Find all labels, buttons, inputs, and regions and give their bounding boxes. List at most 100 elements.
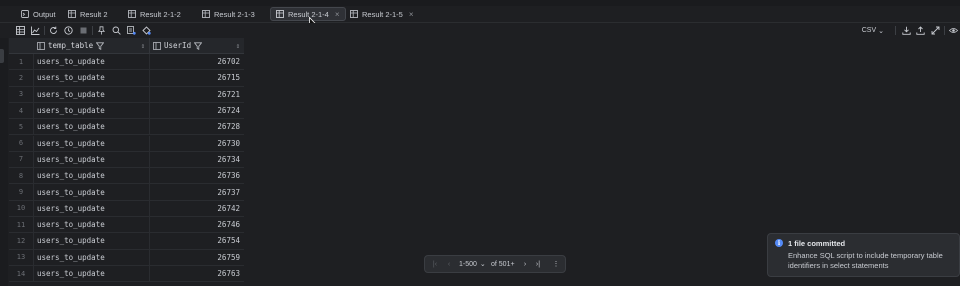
tab-result-2-1-4[interactable]: Result 2-1-4 ×	[270, 7, 346, 21]
cell-temp-table[interactable]: users_to_update	[34, 265, 150, 282]
cell-userid[interactable]: 26737	[150, 184, 243, 199]
total-rows-label: of 501+	[491, 260, 515, 268]
cell-temp-table[interactable]: users_to_update	[34, 102, 150, 119]
upload-icon[interactable]	[916, 26, 925, 35]
chevron-down-icon: ⌄	[878, 27, 884, 35]
column-header-temp-table[interactable]: temp_table ⇕	[37, 38, 150, 53]
more-options-button[interactable]: ⋮	[550, 256, 562, 272]
stop-icon[interactable]	[79, 26, 88, 35]
notification-title: 1 file committed	[788, 239, 846, 248]
last-page-button[interactable]: ›|	[533, 256, 543, 272]
row-number: 11	[9, 217, 34, 233]
search-icon[interactable]	[112, 26, 121, 35]
table-row[interactable]: 14 users_to_update 26763	[9, 265, 244, 283]
export-format-select[interactable]: CSV ⌄	[862, 25, 884, 36]
cell-userid[interactable]: 26759	[150, 250, 243, 265]
tab-result-2-1-3[interactable]: Result 2-1-3	[197, 7, 260, 21]
result-toolbar: CSV ⌄	[0, 23, 960, 38]
row-number: 1	[9, 54, 34, 70]
cell-userid[interactable]: 26728	[150, 119, 243, 134]
column-icon	[153, 41, 161, 50]
cell-userid[interactable]: 26730	[150, 136, 243, 151]
table-row[interactable]: 2 users_to_update 26715	[9, 70, 244, 87]
cell-userid[interactable]: 26746	[150, 217, 243, 232]
row-number: 7	[9, 151, 34, 168]
close-icon[interactable]: ×	[335, 10, 340, 19]
pin-icon[interactable]	[97, 26, 106, 35]
cell-temp-table[interactable]: users_to_update	[34, 168, 150, 184]
filter-icon[interactable]	[96, 41, 105, 50]
gutter-handle[interactable]	[0, 49, 4, 63]
row-number: 4	[9, 102, 34, 119]
cell-temp-table[interactable]: users_to_update	[34, 184, 150, 200]
chevron-down-icon: ⌄	[479, 261, 486, 268]
cell-temp-table[interactable]: users_to_update	[34, 119, 150, 135]
row-number: 5	[9, 119, 34, 135]
row-number: 8	[9, 168, 34, 184]
left-gutter	[0, 38, 8, 286]
transpose-icon[interactable]	[931, 26, 940, 35]
table-row[interactable]: 7 users_to_update 26734	[9, 151, 244, 169]
cell-temp-table[interactable]: users_to_update	[34, 135, 150, 151]
compare-icon[interactable]	[127, 26, 136, 35]
tab-output[interactable]: Output	[16, 7, 61, 21]
close-icon[interactable]: ×	[409, 10, 414, 19]
sort-icon[interactable]: ⇕	[141, 42, 145, 50]
cell-userid[interactable]: 26742	[150, 201, 243, 216]
column-icon	[37, 41, 45, 50]
cell-temp-table[interactable]: users_to_update	[34, 151, 150, 168]
cell-userid[interactable]: 26763	[150, 266, 243, 281]
cell-userid[interactable]: 26736	[150, 168, 243, 183]
table-icon	[68, 10, 76, 18]
filter-edit-icon[interactable]	[142, 26, 151, 35]
column-header-label: UserId	[164, 41, 192, 50]
table-view-icon[interactable]	[16, 26, 25, 35]
cell-userid[interactable]: 26715	[150, 70, 243, 85]
cell-temp-table[interactable]: users_to_update	[34, 54, 150, 70]
column-header-userid[interactable]: UserId ⇕	[153, 38, 244, 53]
prev-page-button[interactable]: ‹	[444, 256, 454, 272]
sort-icon[interactable]: ⇕	[236, 42, 240, 50]
page-range-select[interactable]: 1-500 ⌄	[459, 256, 486, 272]
chart-view-icon[interactable]	[31, 26, 40, 35]
next-page-button[interactable]: ›	[520, 256, 530, 272]
cell-temp-table[interactable]: users_to_update	[34, 200, 150, 216]
table-row[interactable]: 12 users_to_update 26754	[9, 233, 244, 250]
cell-temp-table[interactable]: users_to_update	[34, 249, 150, 265]
cell-userid[interactable]: 26724	[150, 103, 243, 118]
grid-header: temp_table ⇕ UserId ⇕	[9, 38, 244, 54]
table-row[interactable]: 13 users_to_update 26759	[9, 249, 244, 266]
table-row[interactable]: 6 users_to_update 26730	[9, 135, 244, 152]
tab-result-2-1-5[interactable]: Result 2-1-5 ×	[345, 7, 419, 21]
table-row[interactable]: 10 users_to_update 26742	[9, 200, 244, 217]
tab-result-2-1-2[interactable]: Result 2-1-2	[123, 7, 186, 21]
tab-result-2[interactable]: Result 2	[63, 7, 113, 21]
filter-icon[interactable]	[194, 41, 203, 50]
cell-temp-table[interactable]: users_to_update	[34, 233, 150, 249]
cell-userid[interactable]: 26734	[150, 152, 243, 167]
download-icon[interactable]	[902, 26, 911, 35]
refresh-icon[interactable]	[49, 26, 58, 35]
table-row[interactable]: 9 users_to_update 26737	[9, 184, 244, 201]
commit-notification[interactable]: i 1 file committed Enhance SQL script to…	[767, 233, 960, 277]
history-icon[interactable]	[64, 26, 73, 35]
cell-temp-table[interactable]: users_to_update	[34, 70, 150, 86]
table-row[interactable]: 5 users_to_update 26728	[9, 119, 244, 136]
cell-temp-table[interactable]: users_to_update	[34, 86, 150, 102]
cell-userid[interactable]: 26721	[150, 87, 243, 102]
export-format-label: CSV	[861, 27, 877, 34]
row-number: 3	[9, 86, 34, 102]
table-row[interactable]: 11 users_to_update 26746	[9, 217, 244, 234]
table-row[interactable]: 3 users_to_update 26721	[9, 86, 244, 103]
cell-userid[interactable]: 26702	[150, 54, 243, 69]
row-number: 14	[9, 265, 34, 282]
table-row[interactable]: 4 users_to_update 26724	[9, 102, 244, 120]
tab-label: Result 2	[80, 9, 108, 19]
table-row[interactable]: 1 users_to_update 26702	[9, 54, 244, 71]
table-row[interactable]: 8 users_to_update 26736	[9, 168, 244, 185]
cell-temp-table[interactable]: users_to_update	[34, 217, 150, 233]
tab-label: Result 2-1-5	[362, 9, 403, 19]
first-page-button[interactable]: |‹	[430, 256, 440, 272]
cell-userid[interactable]: 26754	[150, 233, 243, 248]
eye-icon[interactable]	[949, 26, 958, 35]
